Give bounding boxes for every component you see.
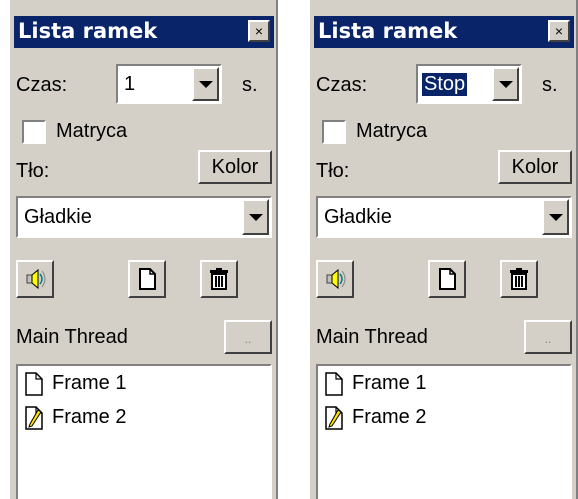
background-value: Gładkie — [24, 206, 92, 228]
frame-list-panel: Lista ramek × Czas: Stop s. Matryca Tło:… — [308, 0, 578, 499]
time-value: Stop — [422, 73, 468, 96]
new-frame-button[interactable] — [128, 260, 166, 298]
close-button[interactable]: × — [248, 20, 270, 42]
thread-options-button[interactable]: .. — [524, 320, 572, 354]
matrix-label: Matryca — [356, 120, 428, 142]
matrix-checkbox[interactable] — [322, 120, 346, 144]
frame-name: Frame 1 — [52, 372, 127, 394]
time-select[interactable]: Stop — [416, 64, 522, 104]
title-bar: Lista ramek × — [14, 16, 274, 48]
background-dropdown-button[interactable] — [542, 199, 569, 235]
thread-options-button[interactable]: .. — [224, 320, 272, 354]
sound-icon — [26, 268, 46, 290]
sound-icon — [326, 268, 346, 290]
chevron-down-icon — [498, 81, 513, 88]
title-bar: Lista ramek × — [314, 16, 574, 48]
trash-icon — [510, 268, 528, 290]
background-dropdown-button[interactable] — [242, 199, 269, 235]
new-frame-button[interactable] — [428, 260, 466, 298]
background-select[interactable]: Gładkie — [16, 196, 272, 238]
page-icon — [25, 372, 43, 396]
frame-name: Frame 2 — [352, 406, 427, 428]
thread-label: Main Thread — [316, 326, 428, 348]
time-dropdown-button[interactable] — [192, 67, 219, 101]
delete-frame-button[interactable] — [200, 260, 238, 298]
time-label: Czas: — [316, 74, 368, 96]
pencil-page-icon — [25, 406, 43, 430]
page-icon — [325, 372, 343, 396]
time-label: Czas: — [16, 74, 68, 96]
time-unit: s. — [242, 74, 258, 96]
chevron-down-icon — [548, 214, 563, 221]
close-button[interactable]: × — [548, 20, 570, 42]
chevron-down-icon — [198, 81, 213, 88]
background-label: Tło: — [316, 160, 350, 182]
delete-frame-button[interactable] — [500, 260, 538, 298]
panel-title: Lista ramek — [318, 19, 458, 43]
panel-title: Lista ramek — [18, 19, 158, 43]
color-button[interactable]: Kolor — [198, 150, 272, 184]
new-frame-icon — [439, 268, 456, 290]
sound-button[interactable] — [16, 260, 54, 298]
sound-button[interactable] — [316, 260, 354, 298]
frame-list[interactable]: Frame 1 Frame 2 — [16, 364, 272, 499]
time-unit: s. — [542, 74, 558, 96]
pencil-page-icon — [325, 406, 343, 430]
time-dropdown-button[interactable] — [492, 67, 519, 101]
frame-list[interactable]: Frame 1 Frame 2 — [316, 364, 572, 499]
matrix-label: Matryca — [56, 120, 128, 142]
background-value: Gładkie — [324, 206, 392, 228]
frame-name: Frame 2 — [52, 406, 127, 428]
background-label: Tło: — [16, 160, 50, 182]
color-button[interactable]: Kolor — [498, 150, 572, 184]
matrix-checkbox[interactable] — [22, 120, 46, 144]
new-frame-icon — [139, 268, 156, 290]
time-value: 1 — [124, 73, 136, 95]
background-select[interactable]: Gładkie — [316, 196, 572, 238]
thread-label: Main Thread — [16, 326, 128, 348]
trash-icon — [210, 268, 228, 290]
frame-list-panel: Lista ramek × Czas: 1 s. Matryca Tło: Ko… — [8, 0, 278, 499]
time-select[interactable]: 1 — [116, 64, 222, 104]
frame-name: Frame 1 — [352, 372, 427, 394]
chevron-down-icon — [248, 214, 263, 221]
